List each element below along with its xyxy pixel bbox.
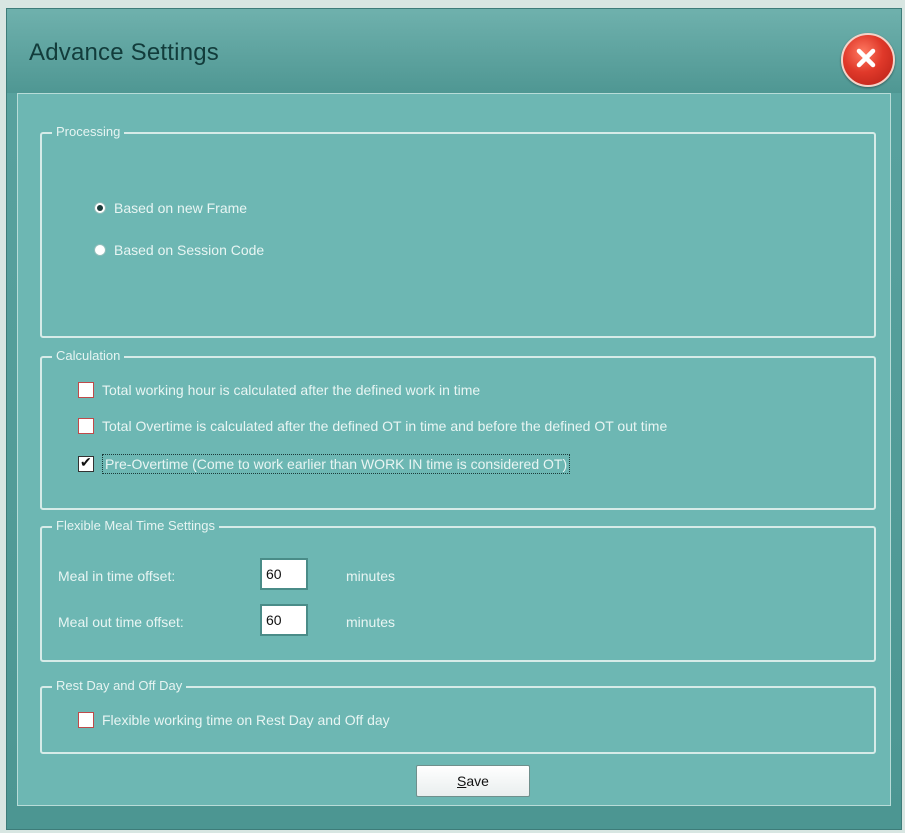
check-flexible-rest-day[interactable]: Flexible working time on Rest Day and Of… bbox=[78, 712, 390, 728]
title-bar[interactable]: Advance Settings bbox=[7, 9, 901, 93]
meal-out-unit: minutes bbox=[346, 614, 396, 630]
meal-in-label: Meal in time offset: bbox=[58, 568, 176, 584]
check-pre-overtime[interactable]: Pre-Overtime (Come to work earlier than … bbox=[78, 454, 571, 474]
radio-button[interactable] bbox=[94, 244, 106, 256]
save-button[interactable]: Save bbox=[416, 765, 530, 797]
meal-in-input[interactable] bbox=[260, 558, 308, 590]
save-mnemonic: S bbox=[457, 773, 467, 789]
checkbox[interactable] bbox=[78, 418, 94, 434]
checkbox[interactable] bbox=[78, 712, 94, 728]
radio-session-code-label: Based on Session Code bbox=[114, 242, 265, 258]
flexible-meal-legend: Flexible Meal Time Settings bbox=[52, 518, 219, 533]
check-flexible-rest-day-label: Flexible working time on Rest Day and Of… bbox=[102, 712, 390, 728]
rest-day-group: Rest Day and Off Day Flexible working ti… bbox=[40, 678, 876, 754]
check-total-overtime[interactable]: Total Overtime is calculated after the d… bbox=[78, 418, 667, 434]
close-icon bbox=[856, 48, 876, 68]
processing-legend: Processing bbox=[52, 124, 125, 139]
radio-new-frame[interactable]: Based on new Frame bbox=[94, 200, 247, 216]
checkbox-checked[interactable] bbox=[78, 454, 94, 472]
check-total-overtime-label: Total Overtime is calculated after the d… bbox=[102, 418, 668, 434]
save-label-rest: ave bbox=[466, 773, 489, 789]
check-pre-overtime-label: Pre-Overtime (Come to work earlier than … bbox=[102, 454, 571, 474]
advance-settings-window: Advance Settings Processing Based on new… bbox=[6, 8, 902, 830]
flexible-meal-group: Flexible Meal Time Settings Meal in time… bbox=[40, 518, 876, 662]
processing-group: Processing Based on new Frame Based on S… bbox=[40, 124, 876, 338]
settings-panel: Processing Based on new Frame Based on S… bbox=[17, 93, 891, 806]
radio-session-code[interactable]: Based on Session Code bbox=[94, 242, 264, 258]
close-button[interactable] bbox=[841, 33, 895, 87]
calculation-group: Calculation Total working hour is calcul… bbox=[40, 348, 876, 510]
radio-button-selected[interactable] bbox=[94, 202, 106, 214]
calculation-legend: Calculation bbox=[52, 348, 125, 363]
check-working-hour[interactable]: Total working hour is calculated after t… bbox=[78, 382, 480, 398]
meal-out-input[interactable] bbox=[260, 604, 308, 636]
meal-out-label: Meal out time offset: bbox=[58, 614, 184, 630]
check-working-hour-label: Total working hour is calculated after t… bbox=[102, 382, 481, 398]
meal-in-unit: minutes bbox=[346, 568, 396, 584]
checkbox[interactable] bbox=[78, 382, 94, 398]
radio-new-frame-label: Based on new Frame bbox=[114, 200, 248, 216]
rest-day-legend: Rest Day and Off Day bbox=[52, 678, 187, 693]
window-title: Advance Settings bbox=[29, 39, 219, 66]
